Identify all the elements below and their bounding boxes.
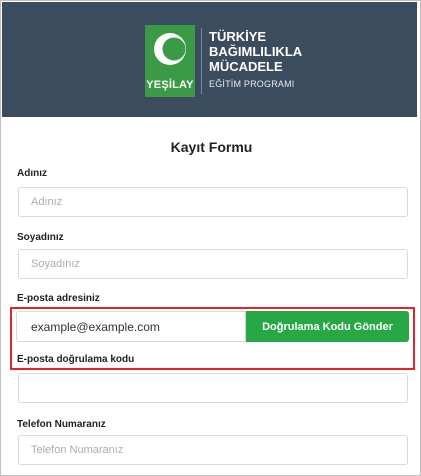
first-name-input[interactable] xyxy=(18,187,408,217)
crescent-icon xyxy=(154,33,186,65)
logo-divider xyxy=(201,28,202,94)
program-title-line: BAĞIMLILIKLA xyxy=(209,44,303,59)
last-name-input[interactable] xyxy=(18,249,408,279)
phone-input[interactable] xyxy=(18,435,408,465)
program-title-line: TÜRKİYE xyxy=(209,29,267,44)
first-name-label: Adınız xyxy=(17,168,47,179)
send-verification-code-button[interactable]: Doğrulama Kodu Gönder xyxy=(246,311,409,342)
verification-code-input[interactable] xyxy=(18,373,408,403)
logo-wordmark: YEŞİLAY xyxy=(146,79,194,91)
phone-label: Telefon Numaranız xyxy=(17,419,106,430)
program-title: TÜRKİYE BAĞIMLILIKLA MÜCADELE xyxy=(209,29,302,74)
yesilay-logo: YEŞİLAY xyxy=(145,25,195,97)
registration-page: YEŞİLAY TÜRKİYE BAĞIMLILIKLA MÜCADELE EĞ… xyxy=(0,0,421,476)
email-input[interactable] xyxy=(16,311,246,342)
verification-code-label: E-posta doğrulama kodu xyxy=(17,354,135,365)
program-subtitle: EĞİTİM PROGRAMI xyxy=(209,79,295,89)
program-title-line: MÜCADELE xyxy=(209,59,283,74)
page-header: YEŞİLAY TÜRKİYE BAĞIMLILIKLA MÜCADELE EĞ… xyxy=(2,2,417,117)
last-name-label: Soyadınız xyxy=(17,232,64,243)
email-label: E-posta adresiniz xyxy=(17,293,100,304)
form-title: Kayıt Formu xyxy=(170,139,253,155)
